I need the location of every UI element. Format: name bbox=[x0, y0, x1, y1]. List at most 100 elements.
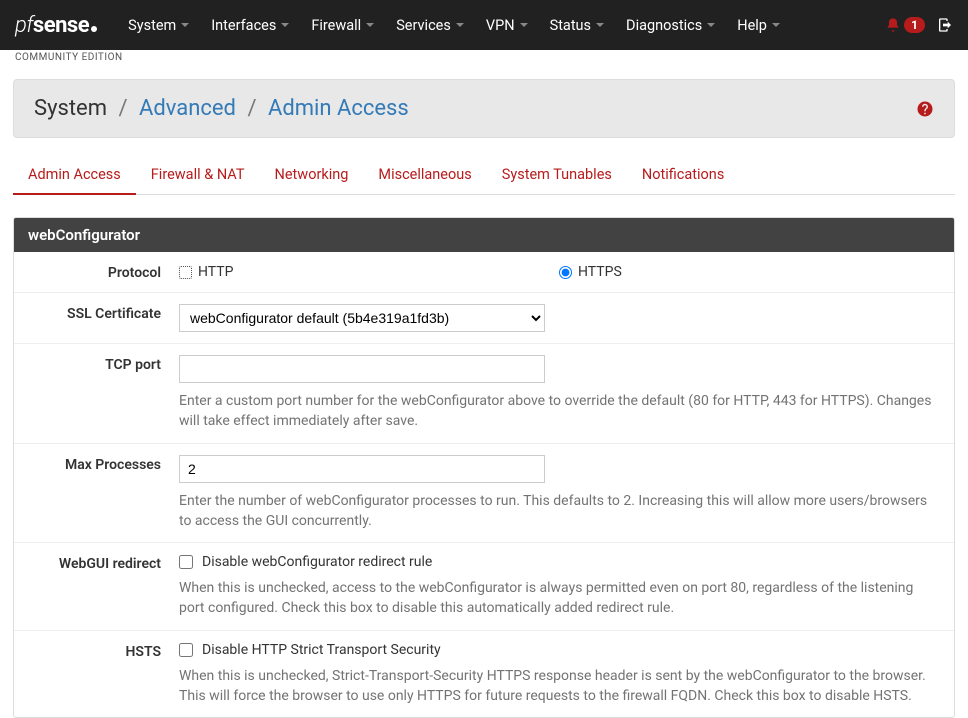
protocol-options: HTTP HTTPS bbox=[179, 263, 954, 281]
caret-down-icon bbox=[520, 23, 528, 27]
disable-redirect-checkbox[interactable] bbox=[179, 555, 193, 569]
redirect-content: Disable webConfigurator redirect rule Wh… bbox=[179, 554, 954, 619]
help-circle-icon bbox=[916, 100, 934, 118]
tab-admin-access[interactable]: Admin Access bbox=[13, 156, 136, 195]
max-processes-input[interactable] bbox=[179, 455, 545, 483]
radio-http-icon bbox=[179, 266, 192, 279]
hsts-content: Disable HTTP Strict Transport Security W… bbox=[179, 642, 954, 707]
tab-miscellaneous[interactable]: Miscellaneous bbox=[363, 156, 486, 194]
navbar-right: 1 bbox=[885, 17, 953, 33]
tab-firewall-nat[interactable]: Firewall & NAT bbox=[136, 156, 260, 194]
caret-down-icon bbox=[772, 23, 780, 27]
logout-icon bbox=[937, 17, 953, 33]
breadcrumb-sep: / bbox=[247, 96, 256, 121]
caret-down-icon bbox=[281, 23, 289, 27]
row-protocol: Protocol HTTP HTTPS bbox=[14, 252, 954, 293]
breadcrumb-sep: / bbox=[118, 96, 127, 121]
crumb-system[interactable]: System bbox=[34, 96, 107, 121]
label-redirect: WebGUI redirect bbox=[14, 554, 179, 619]
protocol-http-label: HTTP bbox=[198, 264, 233, 280]
nav-label: Status bbox=[550, 17, 591, 34]
tab-system-tunables[interactable]: System Tunables bbox=[487, 156, 627, 194]
tab-notifications[interactable]: Notifications bbox=[627, 156, 739, 194]
tab-label: Notifications bbox=[642, 166, 724, 183]
nav-interfaces[interactable]: Interfaces bbox=[200, 2, 300, 49]
caret-down-icon bbox=[596, 23, 604, 27]
redirect-checkbox-label[interactable]: Disable webConfigurator redirect rule bbox=[202, 554, 432, 570]
page-container: System / Advanced / Admin Access Admin A… bbox=[0, 79, 968, 718]
label-ssl: SSL Certificate bbox=[14, 304, 179, 332]
caret-down-icon bbox=[456, 23, 464, 27]
breadcrumb: System / Advanced / Admin Access bbox=[34, 96, 409, 121]
tcp-port-input[interactable] bbox=[179, 355, 545, 383]
bell-icon bbox=[885, 17, 901, 33]
brand-sense: sense bbox=[33, 13, 89, 38]
nav-status[interactable]: Status bbox=[539, 2, 615, 49]
tcp-help-text: Enter a custom port number for the webCo… bbox=[179, 391, 939, 432]
nav-label: Diagnostics bbox=[626, 17, 702, 34]
brand-pf: pf bbox=[15, 13, 33, 38]
page-header: System / Advanced / Admin Access bbox=[13, 79, 955, 138]
nav-help[interactable]: Help bbox=[726, 2, 791, 49]
hsts-checkbox-label[interactable]: Disable HTTP Strict Transport Security bbox=[202, 642, 441, 658]
tab-label: Admin Access bbox=[28, 166, 121, 183]
label-tcp: TCP port bbox=[14, 355, 179, 432]
protocol-https-option[interactable]: HTTPS bbox=[559, 263, 939, 281]
redirect-help-text: When this is unchecked, access to the we… bbox=[179, 578, 939, 619]
nav-vpn[interactable]: VPN bbox=[475, 2, 539, 49]
caret-down-icon bbox=[707, 23, 715, 27]
edition-label: COMMUNITY EDITION bbox=[0, 50, 968, 65]
nav-label: Interfaces bbox=[211, 17, 276, 34]
settings-tabs: Admin Access Firewall & NAT Networking M… bbox=[13, 156, 955, 195]
protocol-http-option[interactable]: HTTP bbox=[179, 263, 559, 281]
panel-title: webConfigurator bbox=[14, 218, 954, 252]
crumb-admin-access[interactable]: Admin Access bbox=[268, 96, 409, 121]
nav-firewall[interactable]: Firewall bbox=[300, 2, 385, 49]
tab-networking[interactable]: Networking bbox=[260, 156, 364, 194]
protocol-https-label: HTTPS bbox=[578, 264, 622, 280]
caret-down-icon bbox=[366, 23, 374, 27]
nav-label: VPN bbox=[486, 17, 515, 34]
nav-label: Help bbox=[737, 17, 767, 34]
redirect-checkbox-row: Disable webConfigurator redirect rule bbox=[179, 554, 939, 570]
maxproc-content: Enter the number of webConfigurator proc… bbox=[179, 455, 954, 532]
tab-label: Firewall & NAT bbox=[151, 166, 245, 183]
label-protocol: Protocol bbox=[14, 263, 179, 281]
nav-label: System bbox=[128, 17, 176, 34]
row-ssl-certificate: SSL Certificate webConfigurator default … bbox=[14, 293, 954, 344]
tab-label: Networking bbox=[275, 166, 349, 183]
page-help-button[interactable] bbox=[916, 100, 934, 118]
brand-logo[interactable]: pfsense bbox=[15, 13, 97, 38]
notifications-button[interactable]: 1 bbox=[885, 17, 925, 33]
ssl-certificate-select[interactable]: webConfigurator default (5b4e319a1fd3b) bbox=[179, 304, 545, 332]
notification-count-badge: 1 bbox=[904, 17, 925, 33]
nav-label: Firewall bbox=[311, 17, 361, 34]
maxproc-help-text: Enter the number of webConfigurator proc… bbox=[179, 491, 939, 532]
disable-hsts-checkbox[interactable] bbox=[179, 643, 193, 657]
radio-https[interactable] bbox=[559, 266, 572, 279]
caret-down-icon bbox=[181, 23, 189, 27]
tab-label: System Tunables bbox=[502, 166, 612, 183]
row-hsts: HSTS Disable HTTP Strict Transport Secur… bbox=[14, 631, 954, 718]
tab-label: Miscellaneous bbox=[378, 166, 471, 183]
webconfigurator-panel: webConfigurator Protocol HTTP HTTPS SSL … bbox=[13, 217, 955, 718]
label-hsts: HSTS bbox=[14, 642, 179, 707]
row-webgui-redirect: WebGUI redirect Disable webConfigurator … bbox=[14, 543, 954, 631]
navbar-left: pfsense System Interfaces Firewall Servi… bbox=[15, 2, 791, 49]
top-navbar: pfsense System Interfaces Firewall Servi… bbox=[0, 0, 968, 50]
logout-button[interactable] bbox=[937, 17, 953, 33]
nav-label: Services bbox=[396, 17, 451, 34]
row-max-processes: Max Processes Enter the number of webCon… bbox=[14, 444, 954, 544]
tcp-content: Enter a custom port number for the webCo… bbox=[179, 355, 954, 432]
nav-system[interactable]: System bbox=[117, 2, 200, 49]
hsts-help-text: When this is unchecked, Strict-Transport… bbox=[179, 666, 939, 707]
ssl-content: webConfigurator default (5b4e319a1fd3b) bbox=[179, 304, 954, 332]
row-tcp-port: TCP port Enter a custom port number for … bbox=[14, 344, 954, 444]
brand-dot-icon bbox=[91, 26, 97, 32]
crumb-advanced[interactable]: Advanced bbox=[139, 96, 236, 121]
main-nav: System Interfaces Firewall Services VPN … bbox=[117, 2, 791, 49]
hsts-checkbox-row: Disable HTTP Strict Transport Security bbox=[179, 642, 939, 658]
nav-services[interactable]: Services bbox=[385, 2, 475, 49]
nav-diagnostics[interactable]: Diagnostics bbox=[615, 2, 726, 49]
label-maxproc: Max Processes bbox=[14, 455, 179, 532]
